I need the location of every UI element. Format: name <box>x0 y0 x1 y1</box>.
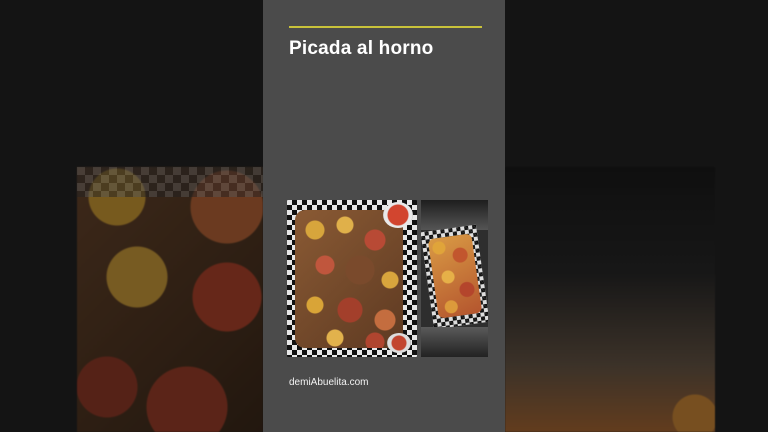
picada-photo-secondary[interactable] <box>421 200 488 357</box>
background-right <box>505 0 768 432</box>
site-credit: demiAbuelita.com <box>289 377 369 388</box>
sauce-cup <box>383 202 413 228</box>
blurred-food-photo-left <box>77 167 263 432</box>
background-left <box>0 0 263 432</box>
blurred-food-photo-right <box>505 167 715 432</box>
content-panel: Picada al horno demiAbuelita.com <box>263 0 505 432</box>
post-title: Picada al horno <box>289 38 434 59</box>
accent-divider <box>289 26 482 28</box>
picada-photo-main[interactable] <box>287 200 417 357</box>
sauce-cup-small <box>387 333 411 353</box>
checkered-paper-left <box>77 167 263 197</box>
foil-bottom <box>421 327 488 357</box>
food-platter <box>295 210 403 348</box>
foil-top <box>421 200 488 230</box>
